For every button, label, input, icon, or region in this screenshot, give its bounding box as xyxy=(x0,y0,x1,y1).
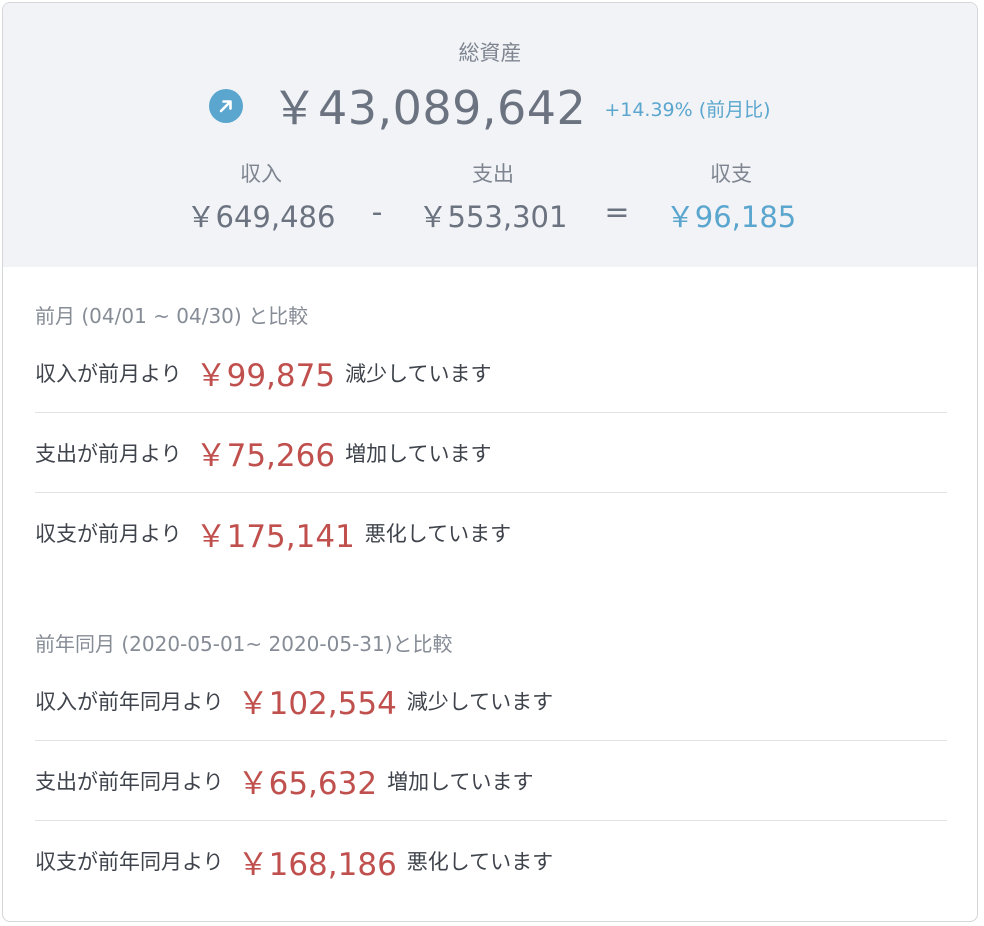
comparison-row: 収入が前年同月より ￥102,554 減少しています xyxy=(35,661,947,741)
comparison-row-status: 悪化しています xyxy=(406,850,554,874)
comparison-row: 支出が前月より ￥75,266 増加しています xyxy=(35,413,947,493)
asset-summary-card: 総資産 ￥43,089,642 +14.39% (前月比) 収入 ￥649,48… xyxy=(2,2,978,922)
comparison-row: 支出が前年同月より ￥65,632 増加しています xyxy=(35,741,947,821)
income-column: 収入 ￥649,486 xyxy=(161,159,361,235)
comparison-row-label: 収支が前年同月より xyxy=(35,850,224,874)
comparison-row-amount: ￥175,141 xyxy=(195,518,355,555)
expense-label: 支出 xyxy=(472,162,514,186)
expense-value: ￥553,301 xyxy=(418,200,568,234)
income-value: ￥649,486 xyxy=(186,200,336,234)
comparison-row-label: 収入が前月より xyxy=(35,361,182,386)
comparison-row-status: 減少しています xyxy=(345,361,492,386)
summary-panel: 総資産 ￥43,089,642 +14.39% (前月比) 収入 ￥649,48… xyxy=(3,3,977,267)
comparison-row-amount: ￥99,875 xyxy=(195,358,336,394)
balance-column: 収支 ￥96,185 xyxy=(631,159,831,235)
arrow-up-right-icon xyxy=(209,89,244,123)
total-assets-label: 総資産 xyxy=(458,41,522,65)
comparison-row-amount: ￥168,186 xyxy=(237,846,397,883)
comparison-row: 収入が前月より ￥99,875 減少しています xyxy=(35,333,947,413)
comparison-row-amount: ￥75,266 xyxy=(195,438,336,474)
comparison-row-status: 悪化しています xyxy=(364,522,512,546)
balance-label: 収支 xyxy=(710,162,752,186)
income-label: 収入 xyxy=(240,162,282,186)
comparison-row-label: 支出が前月より xyxy=(35,441,182,466)
yearly-comparison-title: 前年同月 (2020-05-01~ 2020-05-31)と比較 xyxy=(35,632,453,656)
total-assets-change: +14.39% (前月比) xyxy=(604,98,771,121)
minus-sign: - xyxy=(371,195,383,230)
balance-value: ￥96,185 xyxy=(665,200,797,234)
comparison-row-label: 支出が前年同月より xyxy=(35,769,224,794)
monthly-comparison-section: 前月 (04/01 ~ 04/30) と比較 収入が前月より ￥99,875 減… xyxy=(35,299,947,573)
total-assets-row: ￥43,089,642 +14.39% (前月比) xyxy=(3,75,977,135)
comparison-row-label: 収支が前月より xyxy=(35,522,182,546)
comparison-row: 収支が前月より ￥175,141 悪化しています xyxy=(35,493,947,573)
yearly-comparison-section: 前年同月 (2020-05-01~ 2020-05-31)と比較 収入が前年同月… xyxy=(35,627,947,901)
comparison-row: 収支が前年同月より ￥168,186 悪化しています xyxy=(35,821,947,901)
total-assets-amount: ￥43,089,642 xyxy=(271,81,587,135)
comparison-row-status: 増加しています xyxy=(387,769,534,794)
comparison-row-amount: ￥65,632 xyxy=(237,766,378,802)
comparison-row-amount: ￥102,554 xyxy=(237,686,397,722)
comparison-row-label: 収入が前年同月より xyxy=(35,689,224,714)
monthly-comparison-title: 前月 (04/01 ~ 04/30) と比較 xyxy=(35,304,309,328)
comparison-row-status: 増加しています xyxy=(345,441,492,466)
expense-column: 支出 ￥553,301 xyxy=(393,159,593,235)
comparison-row-status: 減少しています xyxy=(406,689,554,714)
